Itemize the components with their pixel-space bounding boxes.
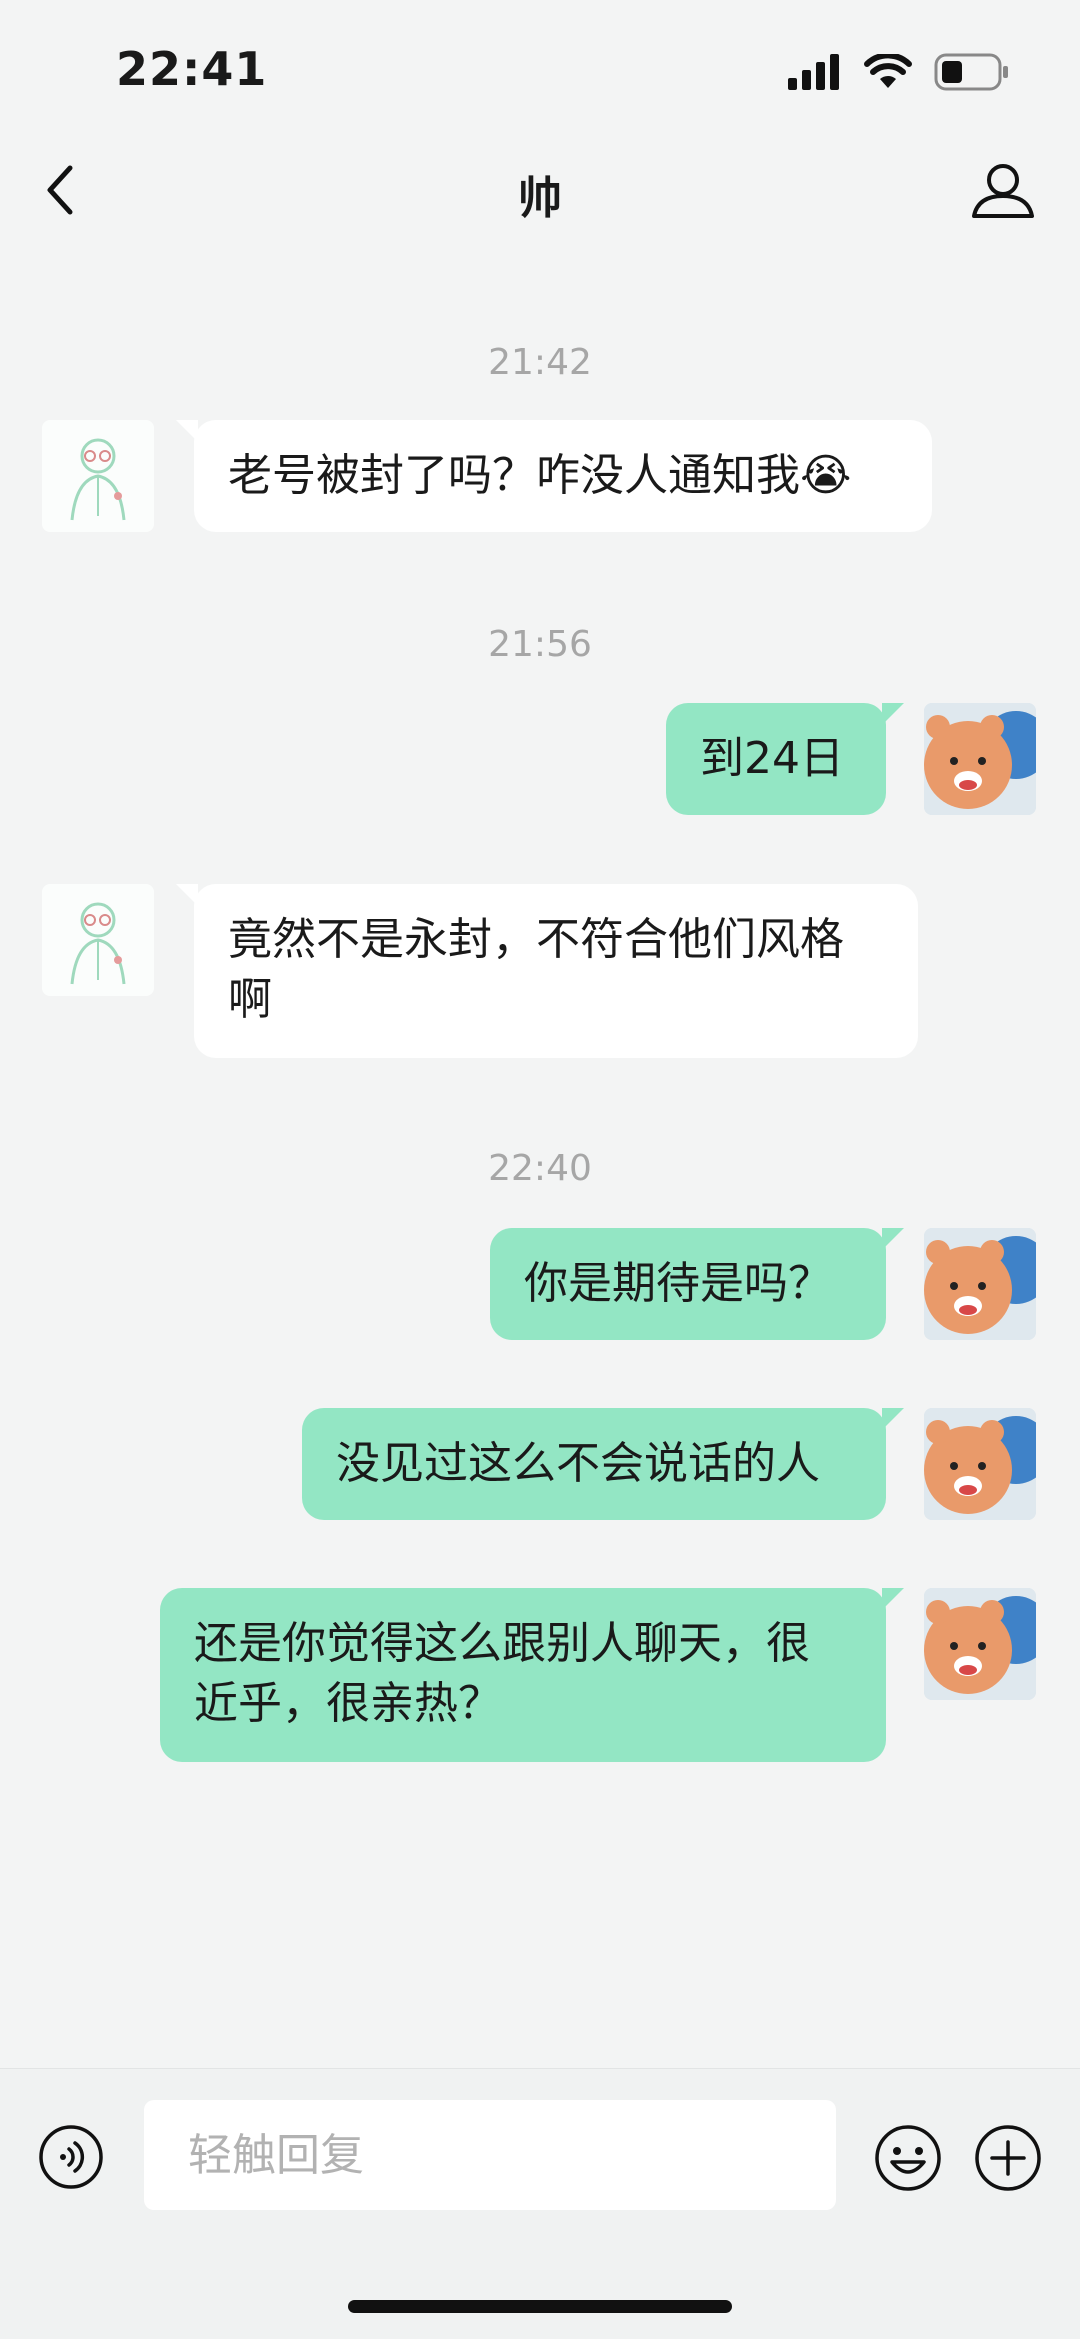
bear-avatar-icon — [924, 703, 1036, 815]
reply-input[interactable] — [144, 2100, 836, 2210]
avatar[interactable] — [924, 1588, 1036, 1700]
battery-icon — [934, 53, 1008, 91]
message-bubble-outgoing[interactable]: 你是期待是吗？ — [490, 1228, 904, 1340]
timestamp: 21:56 — [488, 624, 592, 665]
timestamp: 21:42 — [488, 342, 592, 383]
signal-icon — [788, 54, 839, 90]
message-bubble-outgoing[interactable]: 还是你觉得这么跟别人聊天，很近乎，很亲热？ — [160, 1588, 904, 1762]
emoji-icon[interactable] — [874, 2124, 942, 2192]
contact-avatar-icon — [70, 438, 126, 521]
avatar[interactable] — [924, 1408, 1036, 1520]
avatar[interactable] — [924, 1228, 1036, 1340]
avatar[interactable] — [42, 884, 154, 996]
bear-avatar-icon — [924, 1588, 1036, 1700]
wifi-icon — [864, 54, 912, 88]
timestamp: 22:40 — [488, 1148, 592, 1189]
voice-icon[interactable] — [38, 2124, 104, 2190]
message-bubble-outgoing[interactable]: 没见过这么不会说话的人 — [302, 1408, 904, 1520]
status-time: 22:41 — [116, 42, 268, 96]
avatar[interactable] — [42, 420, 154, 532]
bear-avatar-icon — [924, 1228, 1036, 1340]
message-bubble-outgoing[interactable]: 到24日 — [666, 703, 904, 815]
home-indicator[interactable] — [348, 2300, 732, 2313]
message-bubble-incoming[interactable]: 竟然不是永封，不符合他们风格啊 — [176, 884, 918, 1058]
bear-avatar-icon — [924, 1408, 1036, 1520]
plus-icon[interactable] — [974, 2124, 1042, 2192]
message-bubble-incoming[interactable]: 老号被封了吗？咋没人通知我😭 — [176, 420, 932, 532]
avatar[interactable] — [924, 703, 1036, 815]
status-icons — [788, 52, 1010, 92]
page-title: 帅 — [518, 173, 562, 224]
contact-avatar-icon — [70, 902, 126, 985]
contact-icon[interactable] — [970, 160, 1036, 220]
